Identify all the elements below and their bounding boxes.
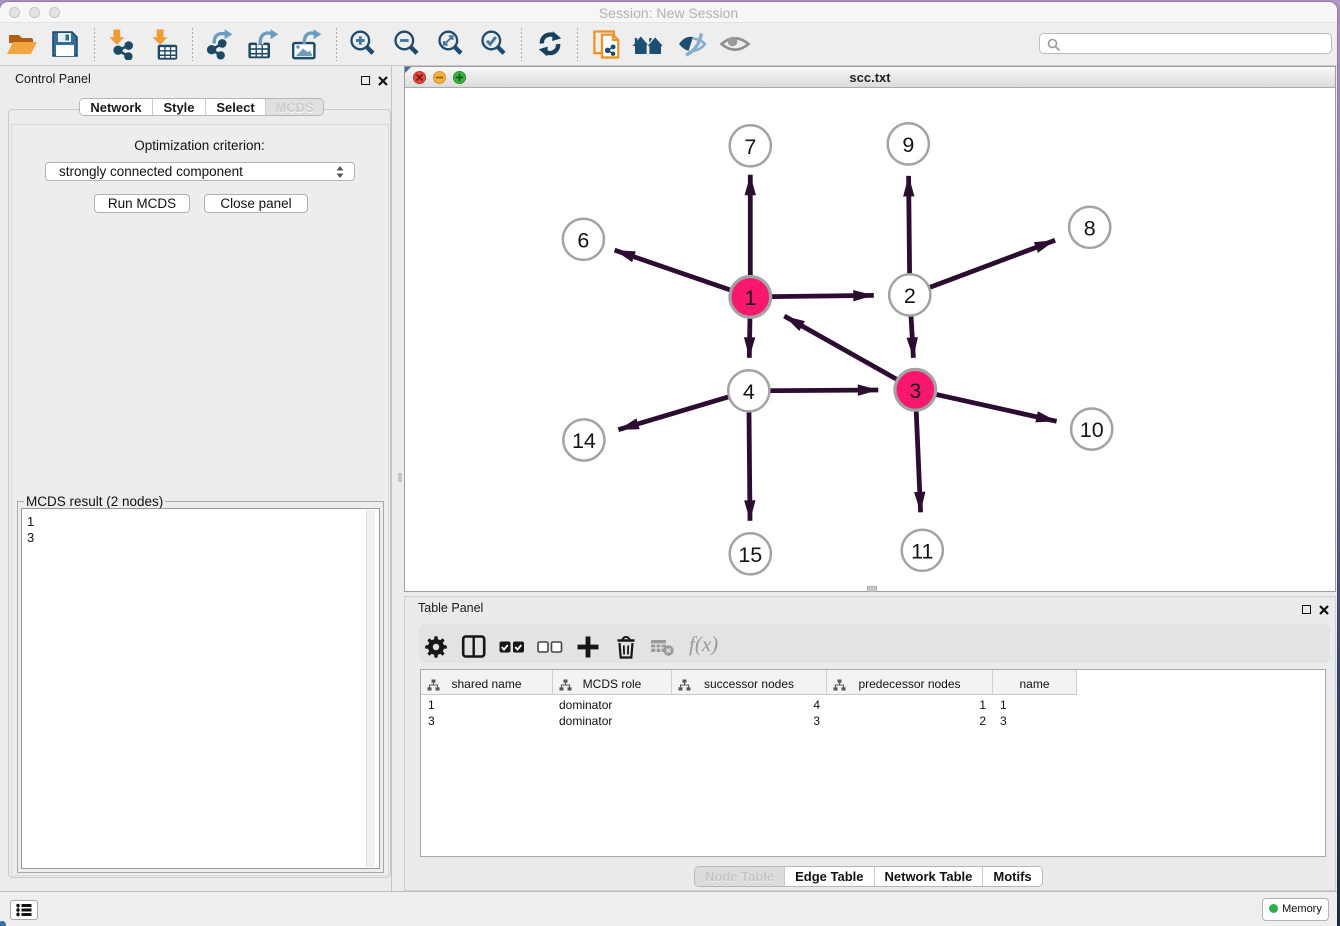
svg-text:14: 14 xyxy=(572,429,596,453)
svg-text:8: 8 xyxy=(1084,216,1096,240)
svg-text:2: 2 xyxy=(904,284,916,308)
svg-text:10: 10 xyxy=(1080,418,1104,442)
svg-text:3: 3 xyxy=(909,379,921,403)
svg-text:6: 6 xyxy=(577,228,589,252)
svg-text:4: 4 xyxy=(743,380,755,404)
svg-text:15: 15 xyxy=(738,543,762,567)
svg-text:11: 11 xyxy=(911,539,933,563)
svg-text:1: 1 xyxy=(744,286,756,310)
svg-text:9: 9 xyxy=(902,133,914,157)
svg-text:7: 7 xyxy=(744,135,756,159)
